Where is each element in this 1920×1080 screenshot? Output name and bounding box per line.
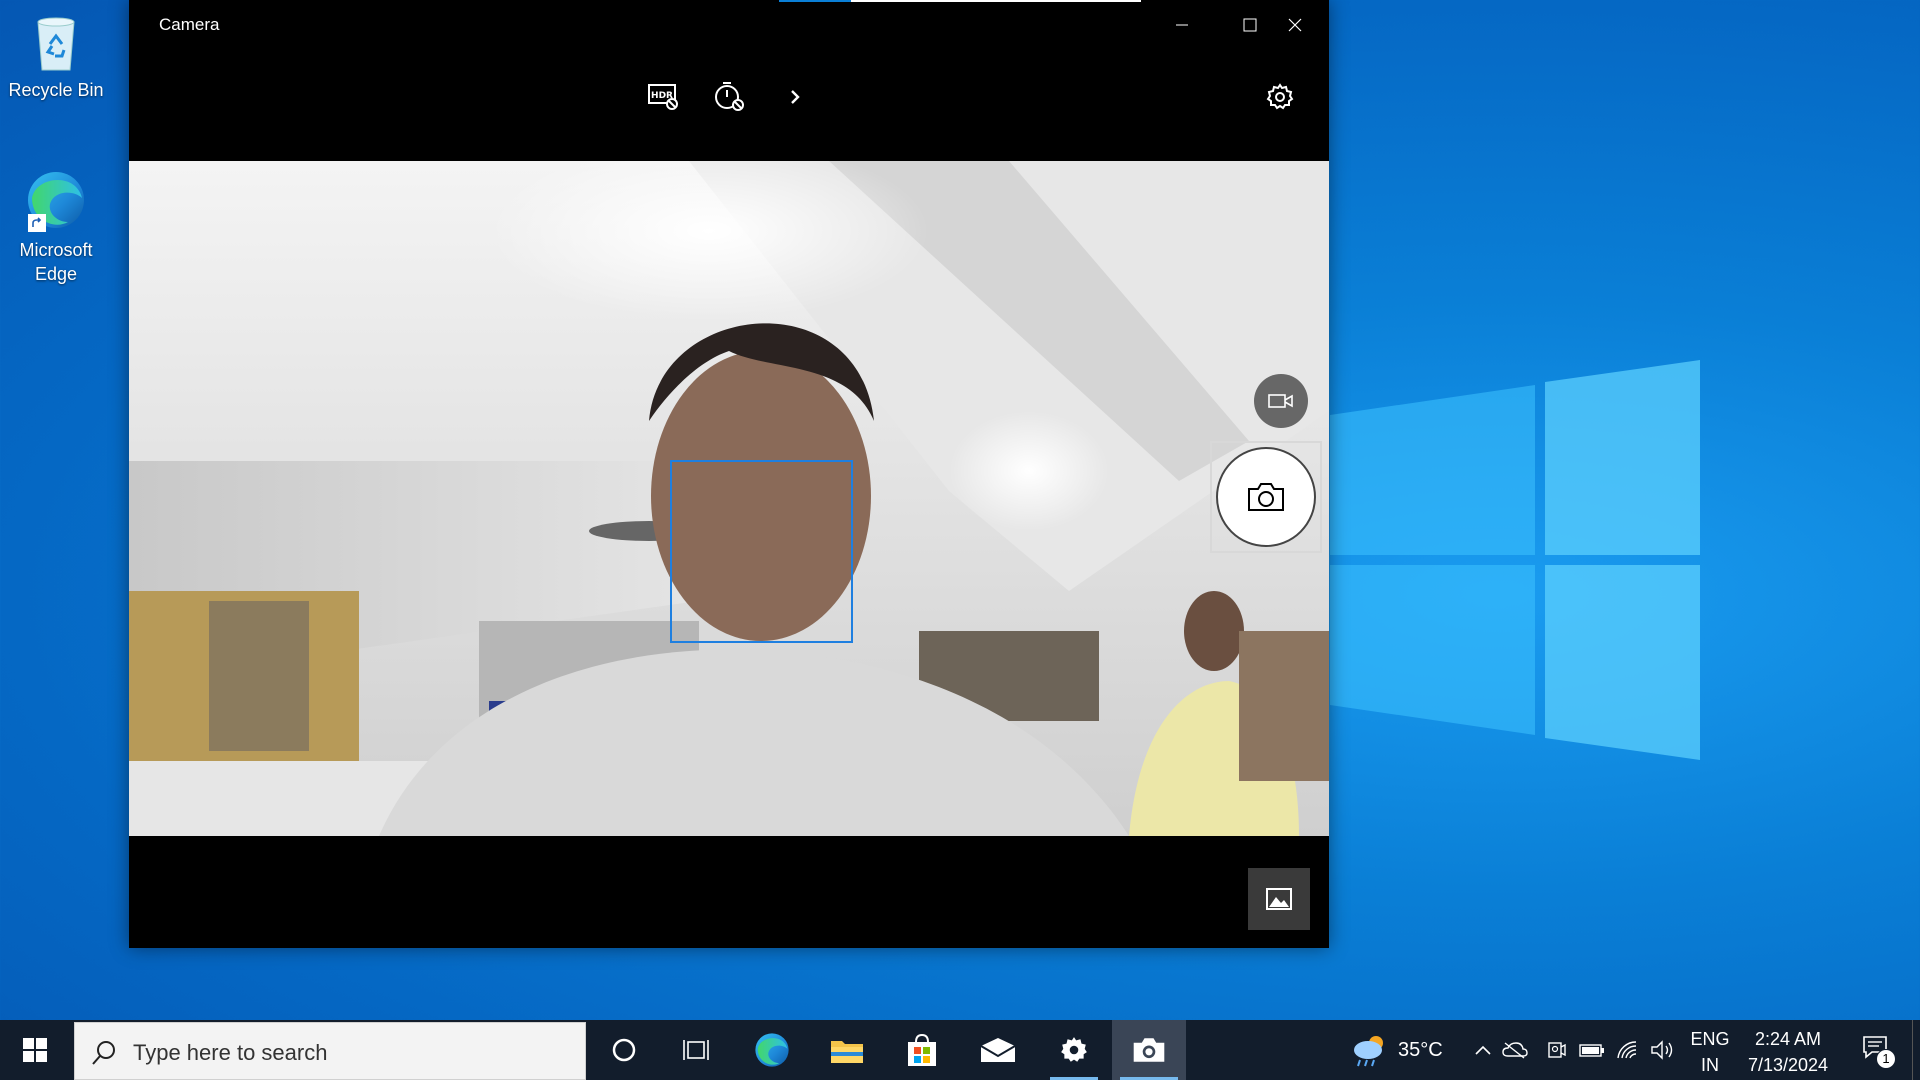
recycle-bin-label: Recycle Bin xyxy=(8,80,104,100)
cloud-offline-icon xyxy=(1502,1042,1528,1059)
title-bar[interactable]: Camera xyxy=(129,0,1329,50)
show-hidden-icons-button[interactable] xyxy=(1470,1020,1496,1080)
gallery-button[interactable] xyxy=(1248,868,1310,930)
camera-preview xyxy=(129,161,1329,836)
taskbar-file-explorer[interactable] xyxy=(815,1020,879,1080)
volume-tray-button[interactable] xyxy=(1648,1020,1678,1080)
clock-date: 7/13/2024 xyxy=(1747,1055,1829,1075)
chevron-up-icon xyxy=(1475,1045,1491,1055)
show-desktop-button[interactable] xyxy=(1912,1020,1920,1080)
onedrive-tray-button[interactable] xyxy=(1500,1020,1530,1080)
take-photo-button[interactable] xyxy=(1210,441,1322,553)
speaker-icon xyxy=(1651,1040,1673,1060)
clock-time: 2:24 AM xyxy=(1754,1029,1822,1049)
expand-toolbar-button[interactable] xyxy=(775,77,815,117)
timer-toggle-button[interactable] xyxy=(710,77,750,117)
folder-icon xyxy=(831,1041,863,1063)
desktop-icon-microsoft-edge[interactable]: Microsoft Edge xyxy=(8,168,104,286)
video-camera-icon xyxy=(1268,394,1293,408)
search-icon xyxy=(92,1041,115,1065)
windows-logo-wallpaper xyxy=(1330,360,1700,760)
wifi-icon xyxy=(1617,1041,1637,1059)
timer-off-icon xyxy=(715,82,744,111)
weather-widget[interactable]: 35°C xyxy=(1350,1020,1460,1080)
desktop-icon-recycle-bin[interactable]: Recycle Bin xyxy=(8,10,104,101)
shortcut-arrow-icon xyxy=(28,214,46,232)
network-tray-button[interactable] xyxy=(1614,1020,1642,1080)
action-center-button[interactable]: 1 xyxy=(1852,1020,1902,1080)
mail-icon xyxy=(980,1038,1016,1062)
taskbar-settings[interactable] xyxy=(1042,1020,1106,1080)
taskbar: Type here to search 35°C ENG IN 2:24 AM … xyxy=(0,1020,1920,1080)
language-line2: IN xyxy=(1701,1055,1719,1075)
hdr-off-icon: HDR xyxy=(648,84,678,110)
edge-icon xyxy=(24,168,88,232)
maximize-icon xyxy=(1243,18,1257,32)
clock-button[interactable]: 2:24 AM 7/13/2024 xyxy=(1740,1026,1836,1078)
minimize-button[interactable] xyxy=(1148,0,1216,50)
search-placeholder: Type here to search xyxy=(133,1040,328,1065)
windows-start-icon xyxy=(23,1038,47,1062)
battery-charging-icon xyxy=(1579,1044,1604,1057)
language-line1: ENG xyxy=(1690,1029,1730,1049)
cortana-icon xyxy=(612,1038,636,1062)
taskbar-camera[interactable] xyxy=(1112,1020,1186,1080)
battery-tray-button[interactable] xyxy=(1578,1020,1606,1080)
video-mode-button[interactable] xyxy=(1254,374,1308,428)
meet-now-tray-button[interactable] xyxy=(1536,1020,1576,1080)
start-button[interactable] xyxy=(0,1020,70,1080)
input-language-button[interactable]: ENG IN xyxy=(1686,1026,1734,1078)
task-view-button[interactable] xyxy=(664,1020,728,1080)
hdr-toggle-button[interactable]: HDR xyxy=(644,77,684,117)
window-title: Camera xyxy=(159,15,220,34)
taskbar-microsoft-store[interactable] xyxy=(890,1020,954,1080)
taskbar-search-box[interactable]: Type here to search xyxy=(74,1022,586,1080)
camera-icon xyxy=(1133,1038,1165,1062)
gear-icon xyxy=(1061,1037,1087,1062)
settings-button[interactable] xyxy=(1260,77,1300,117)
camera-icon xyxy=(1248,483,1284,511)
store-icon xyxy=(908,1033,936,1066)
taskbar-edge[interactable] xyxy=(740,1020,804,1080)
notification-badge: 1 xyxy=(1876,1049,1896,1069)
edge-icon xyxy=(755,1033,789,1067)
edge-label: Microsoft Edge xyxy=(19,240,93,284)
recycle-bin-icon xyxy=(24,10,88,74)
weather-temperature: 35°C xyxy=(1398,1038,1443,1061)
task-view-icon xyxy=(683,1040,709,1060)
cortana-button[interactable] xyxy=(592,1020,656,1080)
partly-cloudy-rain-icon xyxy=(1354,1036,1383,1067)
shutter xyxy=(1216,447,1316,547)
taskbar-mail[interactable] xyxy=(966,1020,1030,1080)
close-icon xyxy=(1288,18,1302,32)
photo-gallery-icon xyxy=(1266,888,1292,910)
close-button[interactable] xyxy=(1261,0,1329,50)
minimize-icon xyxy=(1176,24,1188,26)
camera-window: Camera HDR xyxy=(129,0,1329,948)
face-detection-box xyxy=(670,460,853,643)
meet-now-icon xyxy=(1548,1042,1566,1058)
gear-icon xyxy=(1266,83,1294,110)
chevron-right-icon xyxy=(791,90,800,104)
